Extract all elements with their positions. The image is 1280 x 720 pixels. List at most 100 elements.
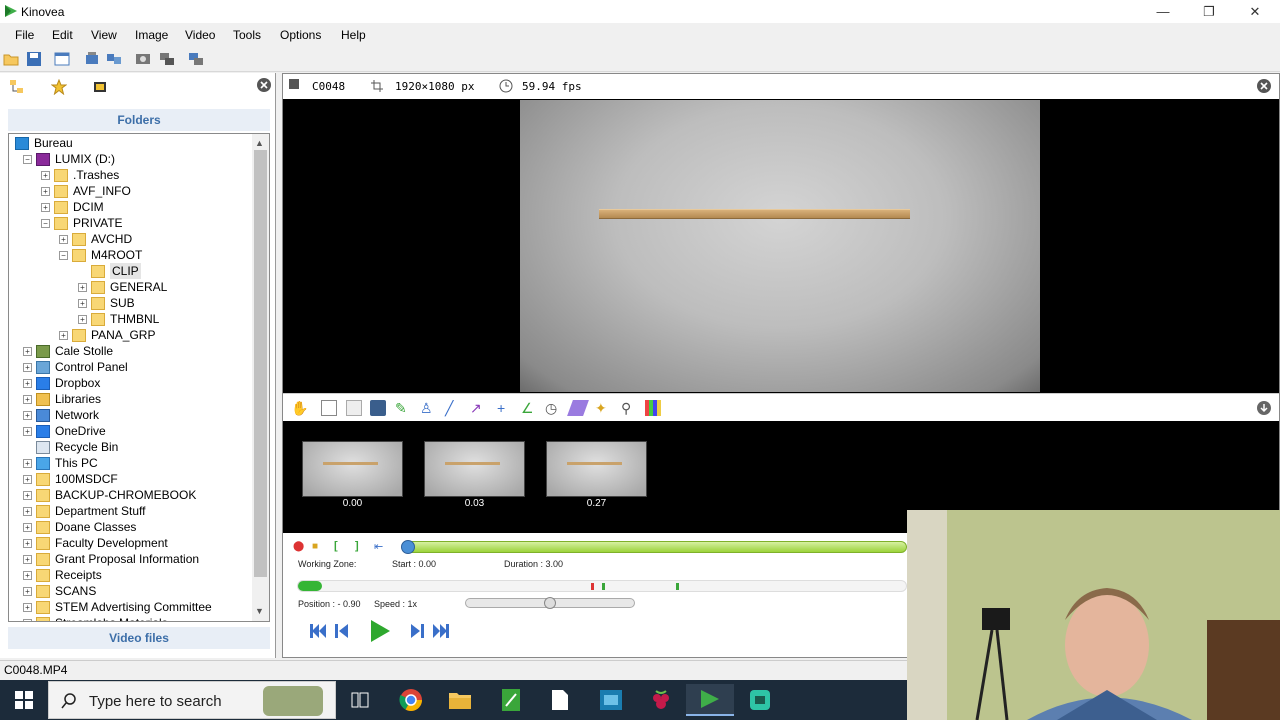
collapse-node-icon[interactable]: − xyxy=(59,250,68,260)
tree-item[interactable]: + SUB xyxy=(78,295,135,311)
collapse-toolbar-icon[interactable] xyxy=(1256,400,1272,416)
tree-scrollbar-thumb[interactable] xyxy=(254,150,267,577)
minimize-button[interactable]: — xyxy=(1140,0,1186,23)
marker-pin-icon[interactable]: ⬤ xyxy=(293,541,304,552)
dual-screen-icon[interactable] xyxy=(106,51,122,67)
tree-item[interactable]: + .Trashes xyxy=(41,167,119,183)
expand-node-icon[interactable]: + xyxy=(23,474,32,484)
tree-item[interactable]: + Department Stuff xyxy=(23,503,146,519)
expand-node-icon[interactable]: + xyxy=(23,618,32,621)
scroll-down-icon[interactable]: ▼ xyxy=(255,606,264,616)
single-screen-icon[interactable] xyxy=(84,51,100,67)
tree-item[interactable]: + Receipts xyxy=(23,567,102,583)
tree-item[interactable]: + THMBNL xyxy=(78,311,159,327)
expand-node-icon[interactable]: + xyxy=(23,458,32,468)
pencil-tool-icon[interactable]: ✎ xyxy=(395,400,411,416)
comment-icon[interactable] xyxy=(346,400,362,416)
previous-frame-icon[interactable] xyxy=(334,622,350,640)
tree-item[interactable]: − M4ROOT xyxy=(59,247,142,263)
tree-item[interactable]: + GENERAL xyxy=(78,279,167,295)
set-start-icon[interactable]: [ xyxy=(334,540,338,552)
notepad-button[interactable] xyxy=(536,684,584,716)
task-view-button[interactable] xyxy=(336,684,384,716)
expand-node-icon[interactable]: + xyxy=(59,330,68,340)
video-frame[interactable] xyxy=(520,100,1040,392)
tree-item[interactable]: + Faculty Development xyxy=(23,535,168,551)
working-zone-handle[interactable] xyxy=(401,540,415,554)
expand-node-icon[interactable]: + xyxy=(23,506,32,516)
tree-item[interactable]: Recycle Bin xyxy=(23,439,118,455)
scroll-up-icon[interactable]: ▲ xyxy=(255,138,264,148)
chrome-button[interactable] xyxy=(387,684,435,716)
open-folder-icon[interactable] xyxy=(3,51,19,67)
close-video-icon[interactable] xyxy=(1256,78,1272,94)
color-grid-icon[interactable] xyxy=(645,400,661,416)
tree-item[interactable]: + Libraries xyxy=(23,391,101,407)
working-zone-bar[interactable] xyxy=(405,541,907,553)
expand-node-icon[interactable]: + xyxy=(23,490,32,500)
expand-node-icon[interactable]: + xyxy=(23,586,32,596)
cross-marker-icon[interactable]: + xyxy=(497,400,513,416)
tree-item[interactable]: − PRIVATE xyxy=(41,215,123,231)
maximize-button[interactable]: ❐ xyxy=(1186,0,1232,23)
label-tool-icon[interactable] xyxy=(370,400,386,416)
expand-node-icon[interactable]: + xyxy=(59,234,68,244)
menu-edit[interactable]: Edit xyxy=(52,28,73,42)
expand-node-icon[interactable]: + xyxy=(23,554,32,564)
explorer-icon[interactable] xyxy=(54,51,70,67)
tab-cameras[interactable] xyxy=(89,77,111,97)
tree-item[interactable]: + This PC xyxy=(23,455,98,471)
menu-file[interactable]: File xyxy=(15,28,34,42)
tree-item[interactable]: + BACKUP-CHROMEBOOK xyxy=(23,487,196,503)
expand-node-icon[interactable]: + xyxy=(23,602,32,612)
human-model-icon[interactable]: ♙ xyxy=(420,400,436,416)
video-files-header[interactable]: Video files xyxy=(8,627,270,649)
line-tool-icon[interactable]: ╱ xyxy=(445,400,461,416)
expand-node-icon[interactable]: + xyxy=(23,426,32,436)
dual-capture-icon[interactable] xyxy=(159,51,175,67)
keyframe-marker[interactable] xyxy=(591,583,594,590)
app-green-button[interactable] xyxy=(487,684,535,716)
expand-node-icon[interactable]: + xyxy=(23,538,32,548)
tree-item[interactable]: + PANA_GRP xyxy=(59,327,155,343)
menu-image[interactable]: Image xyxy=(135,28,168,42)
keyframe-thumbnail[interactable] xyxy=(546,441,647,497)
tree-item[interactable]: Bureau xyxy=(15,135,73,151)
speed-slider-knob[interactable] xyxy=(544,597,556,609)
keyframe-marker[interactable] xyxy=(676,583,679,590)
tree-item[interactable]: + Doane Classes xyxy=(23,519,136,535)
menu-view[interactable]: View xyxy=(91,28,117,42)
expand-node-icon[interactable]: + xyxy=(23,394,32,404)
expand-node-icon[interactable]: + xyxy=(41,202,50,212)
tree-item[interactable]: + OneDrive xyxy=(23,423,106,439)
expand-node-icon[interactable]: + xyxy=(78,314,87,324)
arrow-tool-icon[interactable]: ↗ xyxy=(470,400,486,416)
file-explorer-button[interactable] xyxy=(436,684,484,716)
close-button[interactable]: ✕ xyxy=(1232,0,1278,23)
play-icon[interactable] xyxy=(368,619,392,643)
goto-start-icon[interactable]: ⇤ xyxy=(374,540,383,553)
tree-item[interactable]: +100MSDCF xyxy=(23,471,118,487)
set-end-icon[interactable]: ] xyxy=(355,540,359,552)
tree-item[interactable]: + Streamlabs Materials xyxy=(23,615,168,621)
expand-node-icon[interactable]: + xyxy=(23,378,32,388)
menu-video[interactable]: Video xyxy=(185,28,215,42)
tree-item[interactable]: + AVF_INFO xyxy=(41,183,131,199)
add-keyframe-icon[interactable] xyxy=(321,400,337,416)
tab-shortcuts[interactable] xyxy=(48,77,70,97)
collapse-node-icon[interactable]: − xyxy=(23,154,32,164)
expand-node-icon[interactable]: + xyxy=(23,346,32,356)
app-teal-button[interactable] xyxy=(736,684,784,716)
menu-tools[interactable]: Tools xyxy=(233,28,261,42)
collapse-node-icon[interactable]: − xyxy=(41,218,50,228)
expand-node-icon[interactable]: + xyxy=(23,362,32,372)
lock-icon[interactable]: ■ xyxy=(312,541,318,552)
expand-node-icon[interactable]: + xyxy=(41,186,50,196)
menu-options[interactable]: Options xyxy=(280,28,321,42)
expand-node-icon[interactable]: + xyxy=(23,522,32,532)
mixed-screen-icon[interactable] xyxy=(188,51,204,67)
tree-item[interactable]: + Network xyxy=(23,407,99,423)
tree-item[interactable]: + Dropbox xyxy=(23,375,100,391)
first-frame-icon[interactable] xyxy=(309,622,327,640)
expand-node-icon[interactable]: + xyxy=(23,410,32,420)
